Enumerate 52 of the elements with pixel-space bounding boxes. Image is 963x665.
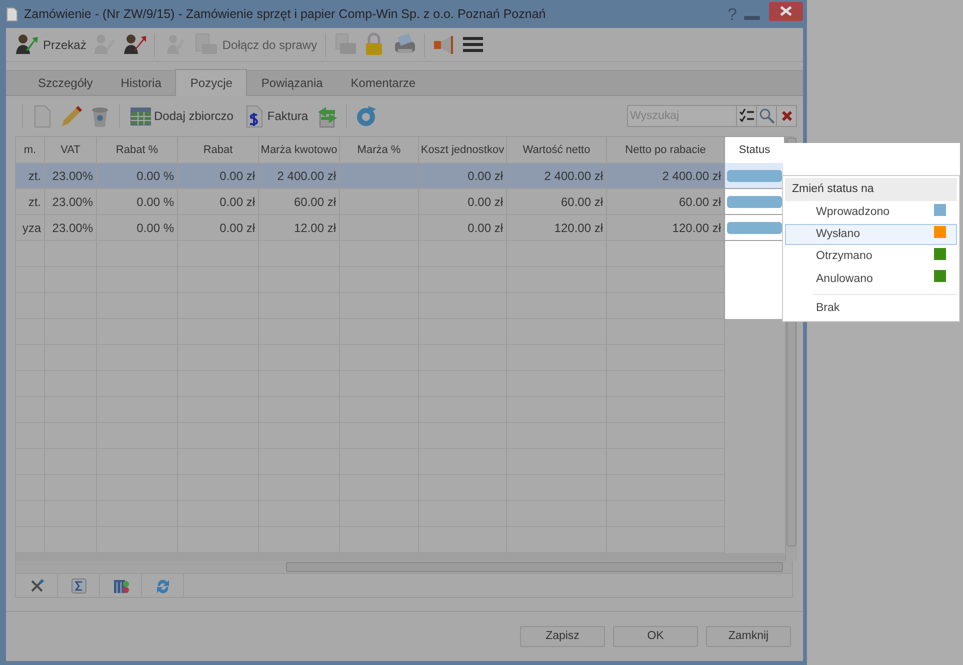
checklist-button[interactable] xyxy=(737,105,757,127)
tab[interactable]: Pozycje xyxy=(175,69,248,96)
column-header[interactable]: Status xyxy=(725,137,785,164)
table-cell: 60.00 zł xyxy=(507,189,607,215)
close-button[interactable] xyxy=(769,2,803,20)
toolbar-button[interactable]: Dodaj zbiorczo xyxy=(127,102,236,130)
sync-icon xyxy=(154,578,170,594)
tools-icon xyxy=(28,578,44,594)
tab[interactable]: Komentarze xyxy=(336,70,430,95)
column-header[interactable]: Marża kwotowo xyxy=(259,137,340,164)
checklist-icon xyxy=(738,108,754,124)
dialog-button[interactable]: OK xyxy=(613,626,698,647)
status-bar xyxy=(727,170,782,182)
pencil-icon[interactable] xyxy=(59,104,83,128)
tab[interactable]: Historia xyxy=(106,70,176,95)
dialog-button[interactable]: Zamknij xyxy=(706,626,791,647)
document-icon xyxy=(6,6,18,22)
column-header[interactable]: Koszt jednostkov xyxy=(419,137,507,164)
table-cell: 0.00 zł xyxy=(419,189,507,215)
tab[interactable]: Szczegóły xyxy=(24,70,107,95)
search-icon xyxy=(758,108,774,124)
table-cell: 0.00 zł xyxy=(178,163,259,189)
refresh-icon[interactable] xyxy=(354,104,378,128)
minimize-icon xyxy=(743,15,761,21)
toolbar-button[interactable]: Faktura xyxy=(240,102,310,130)
table-cell: 2 400.00 zł xyxy=(259,163,340,189)
table-cell: 0.00 zł xyxy=(178,189,259,215)
close-icon xyxy=(780,6,792,16)
menu-title: Zmień status na xyxy=(785,178,957,202)
person-arrow-icon xyxy=(14,32,40,57)
menu-item[interactable]: Wysłano xyxy=(785,224,957,246)
table-cell: 0.00 % xyxy=(97,163,178,189)
sum-icon xyxy=(70,578,86,594)
table-cell: 0.00 zł xyxy=(419,163,507,189)
columns-icon xyxy=(112,578,128,594)
status-bar xyxy=(727,222,782,234)
table-cell: 23.00% xyxy=(45,163,97,189)
table-cell: 23.00% xyxy=(45,189,97,215)
tab[interactable]: Powiązania xyxy=(247,70,337,95)
toolbar-button[interactable]: Przekaż xyxy=(12,30,88,59)
table-cell: 2 400.00 zł xyxy=(607,163,725,189)
table-cell: 2 400.00 zł xyxy=(507,163,607,189)
close-icon xyxy=(780,110,792,122)
status-bar xyxy=(727,196,782,208)
table-cell: 0.00 % xyxy=(97,189,178,215)
window-title: Zamówienie - (Nr ZW/9/15) - Zamówienie sprzęt i papier Comp-Win Sp. z o.o. Poznań Poznań xyxy=(24,6,546,23)
table-cell: 60.00 zł xyxy=(259,189,340,215)
dialog-button[interactable]: Zapisz xyxy=(520,626,605,647)
table-cell: zt. xyxy=(16,189,45,215)
table-cell: zt. xyxy=(16,163,45,189)
close-button[interactable] xyxy=(777,105,797,127)
person-arrow-icon[interactable] xyxy=(122,32,148,57)
